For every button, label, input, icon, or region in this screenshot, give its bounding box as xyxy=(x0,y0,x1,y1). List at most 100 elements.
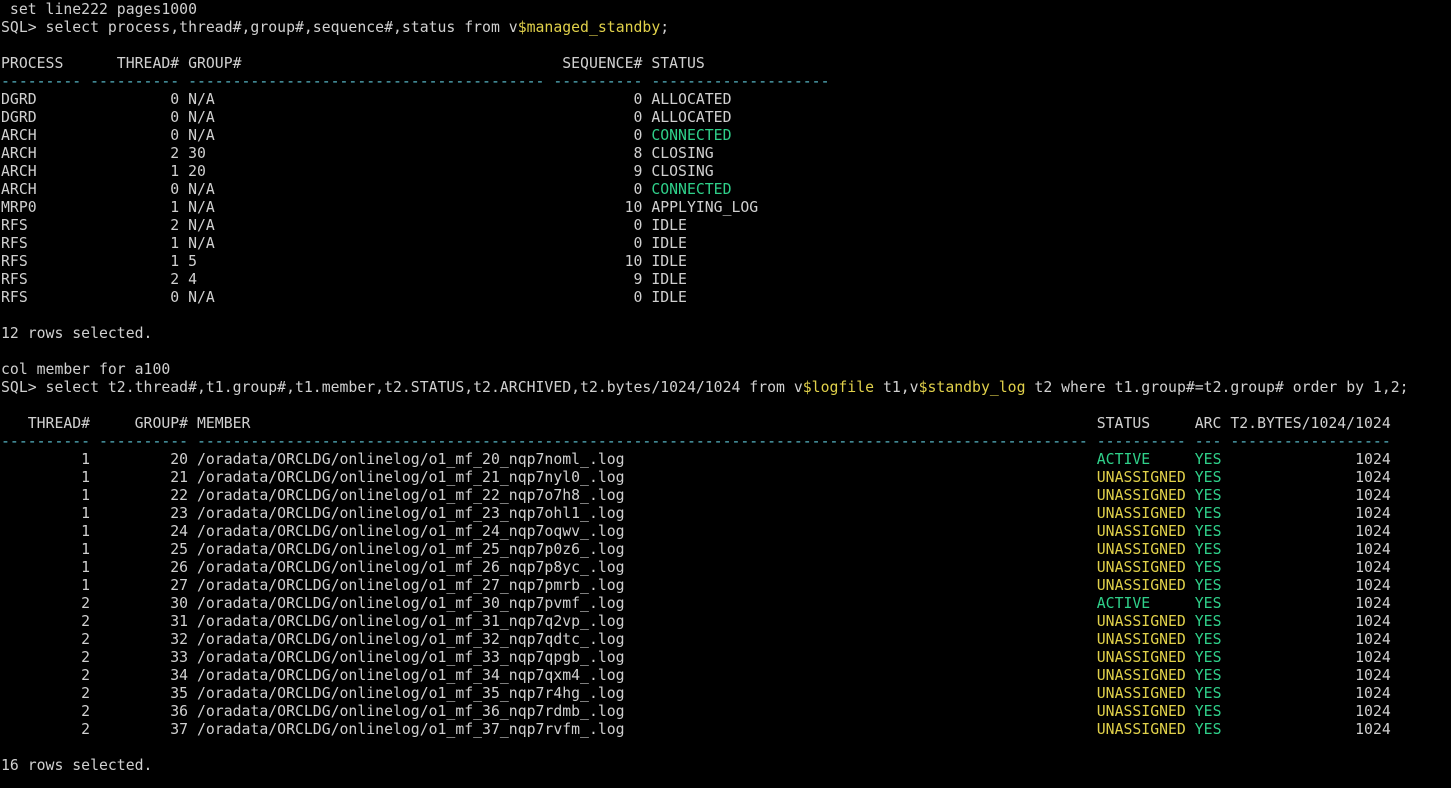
terminal-line: DGRD 0 N/A 0 ALLOCATED xyxy=(1,91,1451,109)
terminal-text: 1 21 /oradata/ORCLDG/onlinelog/o1_mf_21_… xyxy=(1,469,1097,486)
terminal-line: RFS 0 N/A 0 IDLE xyxy=(1,289,1451,307)
terminal-text-ok: YES xyxy=(1194,721,1222,738)
terminal-text: col member for a100 xyxy=(1,361,171,378)
terminal-text: set line222 pages1000 xyxy=(1,1,197,18)
terminal-line: ARCH 0 N/A 0 CONNECTED xyxy=(1,127,1451,145)
terminal-text: 1024 xyxy=(1221,487,1391,504)
terminal-text-warn: UNASSIGNED xyxy=(1096,649,1186,666)
terminal-text-ok: YES xyxy=(1194,631,1222,648)
terminal-text: t1,v xyxy=(874,379,919,396)
terminal-text: 2 35 /oradata/ORCLDG/onlinelog/o1_mf_35_… xyxy=(1,685,1097,702)
terminal-text: ARCH 0 N/A 0 xyxy=(1,181,652,198)
terminal-line: SQL> select process,thread#,group#,seque… xyxy=(1,19,1451,37)
terminal-text: 1024 xyxy=(1221,577,1391,594)
terminal-line: 1 25 /oradata/ORCLDG/onlinelog/o1_mf_25_… xyxy=(1,541,1451,559)
terminal-text-warn: UNASSIGNED xyxy=(1096,559,1186,576)
terminal-text: 1024 xyxy=(1221,721,1391,738)
terminal-text: 2 36 /oradata/ORCLDG/onlinelog/o1_mf_36_… xyxy=(1,703,1097,720)
terminal-text-ok: ACTIVE xyxy=(1096,451,1186,468)
terminal-text-hl: $managed_standby xyxy=(517,19,661,36)
terminal-line: 1 22 /oradata/ORCLDG/onlinelog/o1_mf_22_… xyxy=(1,487,1451,505)
terminal-text: 1024 xyxy=(1221,541,1391,558)
terminal-line: 2 36 /oradata/ORCLDG/onlinelog/o1_mf_36_… xyxy=(1,703,1451,721)
terminal-text-warn: UNASSIGNED xyxy=(1096,487,1186,504)
terminal-text-warn: UNASSIGNED xyxy=(1096,631,1186,648)
terminal-text: 1 23 /oradata/ORCLDG/onlinelog/o1_mf_23_… xyxy=(1,505,1097,522)
terminal-text-ok: YES xyxy=(1194,469,1222,486)
terminal-text-dash: ---------- ---------- ------------------… xyxy=(1,433,1391,450)
terminal-line: 12 rows selected. xyxy=(1,325,1451,343)
terminal-text-warn: UNASSIGNED xyxy=(1096,523,1186,540)
terminal-line: 1 20 /oradata/ORCLDG/onlinelog/o1_mf_20_… xyxy=(1,451,1451,469)
terminal-text-warn: UNASSIGNED xyxy=(1096,505,1186,522)
terminal-text: THREAD# GROUP# MEMBER STATUS ARC T2.BYTE… xyxy=(1,415,1391,432)
terminal-output[interactable]: set line222 pages1000 SQL> select process… xyxy=(0,0,1451,788)
terminal-line: MRP0 1 N/A 10 APPLYING_LOG xyxy=(1,199,1451,217)
terminal-line: PROCESS THREAD# GROUP# SEQUENCE# STATUS xyxy=(1,55,1451,73)
terminal-text: MRP0 1 N/A 10 APPLYING_LOG xyxy=(1,199,759,216)
terminal-line: 2 33 /oradata/ORCLDG/onlinelog/o1_mf_33_… xyxy=(1,649,1451,667)
terminal-text: 1 27 /oradata/ORCLDG/onlinelog/o1_mf_27_… xyxy=(1,577,1097,594)
terminal-text-warn: UNASSIGNED xyxy=(1096,667,1186,684)
terminal-text: ; xyxy=(660,19,670,36)
terminal-text-ok: YES xyxy=(1194,667,1222,684)
terminal-text: RFS 2 N/A 0 IDLE xyxy=(1,217,687,234)
terminal-line: 2 31 /oradata/ORCLDG/onlinelog/o1_mf_31_… xyxy=(1,613,1451,631)
terminal-line: ARCH 1 20 9 CLOSING xyxy=(1,163,1451,181)
terminal-text-warn: UNASSIGNED xyxy=(1096,613,1186,630)
terminal-text: 1024 xyxy=(1221,523,1391,540)
terminal-line: --------- ---------- -------------------… xyxy=(1,73,1451,91)
terminal-line: 2 37 /oradata/ORCLDG/onlinelog/o1_mf_37_… xyxy=(1,721,1451,739)
terminal-text-ok: YES xyxy=(1194,487,1222,504)
terminal-line: 1 24 /oradata/ORCLDG/onlinelog/o1_mf_24_… xyxy=(1,523,1451,541)
terminal-line: ARCH 0 N/A 0 CONNECTED xyxy=(1,181,1451,199)
terminal-text-ok: YES xyxy=(1194,523,1222,540)
terminal-text: 2 30 /oradata/ORCLDG/onlinelog/o1_mf_30_… xyxy=(1,595,1097,612)
terminal-text-dash: --------- ---------- -------------------… xyxy=(1,73,830,90)
terminal-text-ok: CONNECTED xyxy=(651,181,732,198)
terminal-line: 2 35 /oradata/ORCLDG/onlinelog/o1_mf_35_… xyxy=(1,685,1451,703)
terminal-text: DGRD 0 N/A 0 ALLOCATED xyxy=(1,91,732,108)
terminal-line: THREAD# GROUP# MEMBER STATUS ARC T2.BYTE… xyxy=(1,415,1451,433)
terminal-text: 2 31 /oradata/ORCLDG/onlinelog/o1_mf_31_… xyxy=(1,613,1097,630)
terminal-text: RFS 1 5 10 IDLE xyxy=(1,253,687,270)
terminal-text-warn: UNASSIGNED xyxy=(1096,541,1186,558)
terminal-text-ok: YES xyxy=(1194,577,1222,594)
terminal-text: RFS 1 N/A 0 IDLE xyxy=(1,235,687,252)
terminal-line: SQL> select t2.thread#,t1.group#,t1.memb… xyxy=(1,379,1451,397)
terminal-text: 2 32 /oradata/ORCLDG/onlinelog/o1_mf_32_… xyxy=(1,631,1097,648)
terminal-text: PROCESS THREAD# GROUP# SEQUENCE# STATUS xyxy=(1,55,705,72)
terminal-text-ok: YES xyxy=(1194,505,1222,522)
terminal-line: 2 30 /oradata/ORCLDG/onlinelog/o1_mf_30_… xyxy=(1,595,1451,613)
terminal-text-ok: YES xyxy=(1194,541,1222,558)
terminal-text: DGRD 0 N/A 0 ALLOCATED xyxy=(1,109,732,126)
terminal-text-ok: YES xyxy=(1194,559,1222,576)
terminal-text-ok: YES xyxy=(1194,451,1222,468)
terminal-text-ok: YES xyxy=(1194,613,1222,630)
terminal-text-ok: YES xyxy=(1194,649,1222,666)
terminal-text: SQL> select process,thread#,group#,seque… xyxy=(1,19,518,36)
terminal-text: 1 25 /oradata/ORCLDG/onlinelog/o1_mf_25_… xyxy=(1,541,1097,558)
terminal-text: 1024 xyxy=(1221,649,1391,666)
terminal-text: 2 33 /oradata/ORCLDG/onlinelog/o1_mf_33_… xyxy=(1,649,1097,666)
terminal-text-ok: CONNECTED xyxy=(651,127,732,144)
terminal-line: RFS 2 4 9 IDLE xyxy=(1,271,1451,289)
terminal-text: 1024 xyxy=(1221,451,1391,468)
terminal-text: 2 34 /oradata/ORCLDG/onlinelog/o1_mf_34_… xyxy=(1,667,1097,684)
terminal-text-warn: UNASSIGNED xyxy=(1096,577,1186,594)
terminal-text: 1 22 /oradata/ORCLDG/onlinelog/o1_mf_22_… xyxy=(1,487,1097,504)
terminal-text: 1024 xyxy=(1221,685,1391,702)
terminal-text: 1024 xyxy=(1221,703,1391,720)
terminal-text: 12 rows selected. xyxy=(1,325,153,342)
terminal-line: 2 32 /oradata/ORCLDG/onlinelog/o1_mf_32_… xyxy=(1,631,1451,649)
